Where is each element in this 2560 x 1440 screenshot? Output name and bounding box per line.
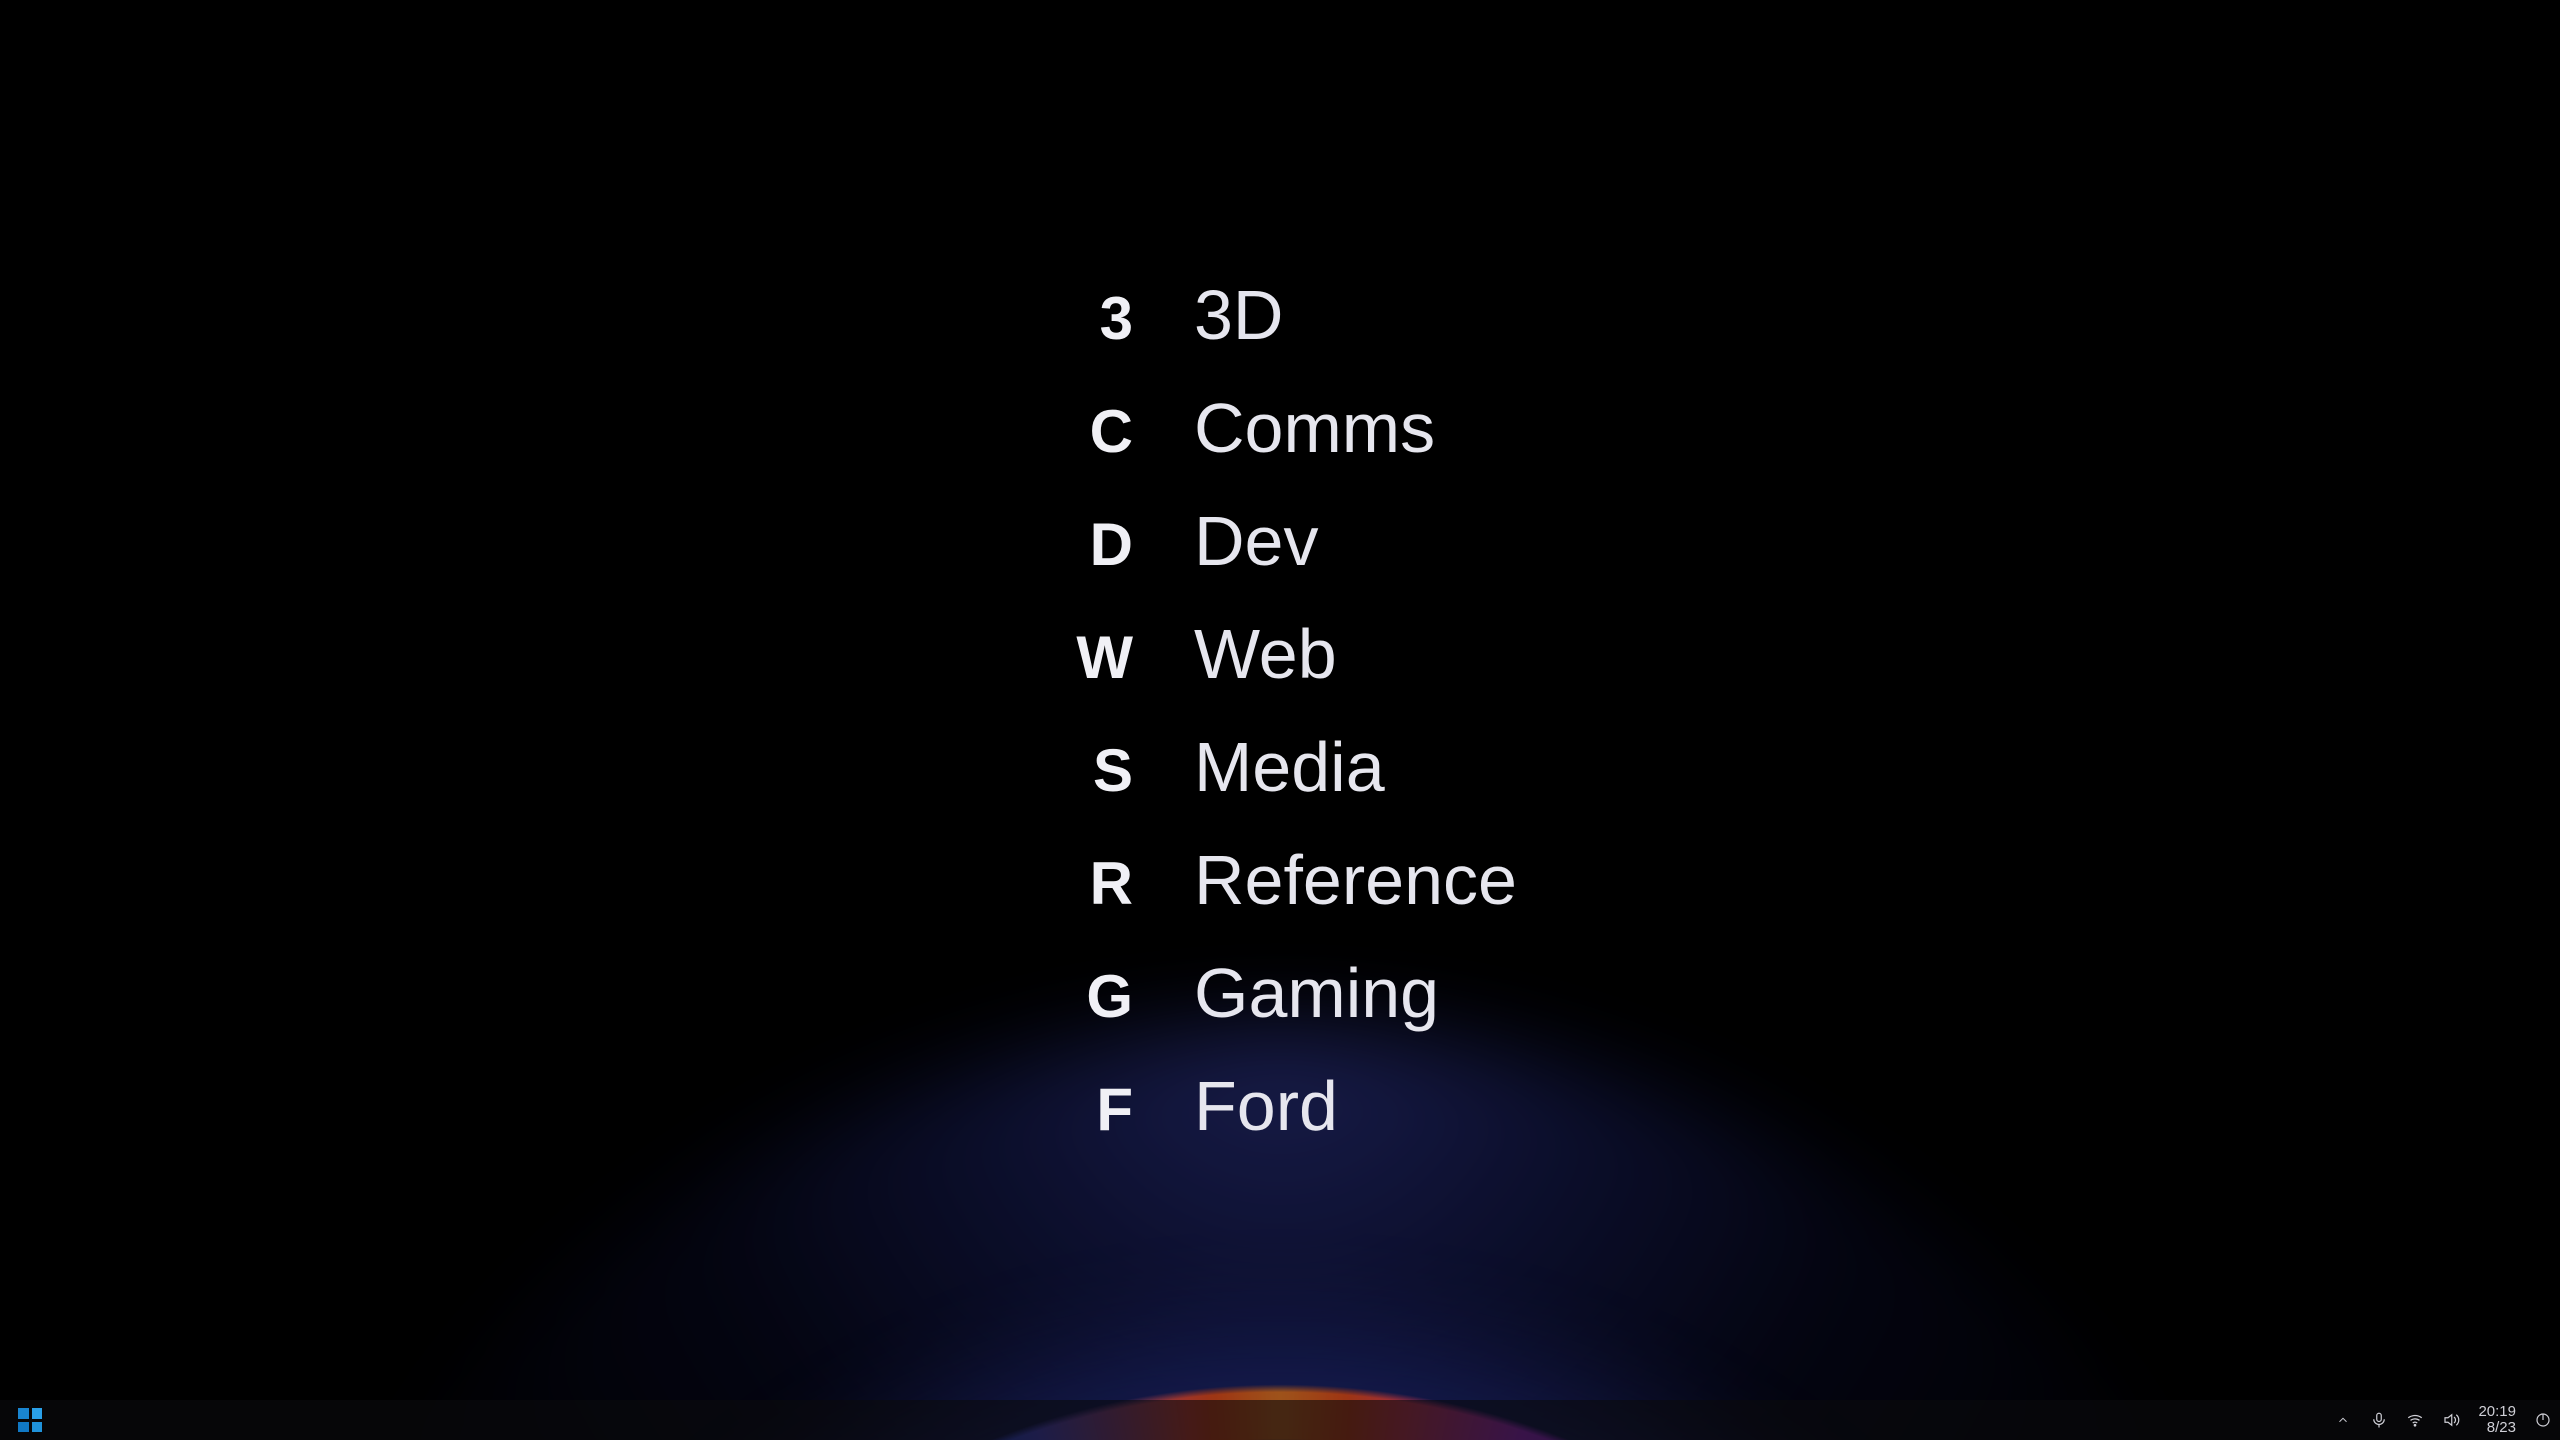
menu-hotkey: W <box>1052 623 1134 692</box>
category-menu: 3 3D C Comms D Dev W Web S Media R Refer… <box>1052 275 1517 1179</box>
chevron-up-icon <box>2336 1413 2350 1427</box>
menu-hotkey: F <box>1052 1075 1134 1144</box>
clock-date: 8/23 <box>2487 1420 2516 1436</box>
tray-mic[interactable] <box>2370 1411 2388 1429</box>
taskbar-clock[interactable]: 20:19 8/23 <box>2478 1404 2516 1436</box>
clock-time: 20:19 <box>2478 1404 2516 1420</box>
menu-hotkey: R <box>1052 849 1134 918</box>
menu-item-3d[interactable]: 3 3D <box>1052 275 1517 388</box>
menu-hotkey: C <box>1052 397 1134 466</box>
start-button[interactable] <box>14 1404 46 1436</box>
menu-item-ford[interactable]: F Ford <box>1052 1066 1517 1179</box>
menu-item-media[interactable]: S Media <box>1052 727 1517 840</box>
menu-item-comms[interactable]: C Comms <box>1052 388 1517 501</box>
wifi-icon <box>2406 1411 2424 1429</box>
microphone-icon <box>2370 1411 2388 1429</box>
menu-label: Ford <box>1194 1066 1338 1146</box>
menu-item-reference[interactable]: R Reference <box>1052 840 1517 953</box>
menu-label: Media <box>1194 727 1385 807</box>
menu-label: Dev <box>1194 501 1318 581</box>
menu-label: Web <box>1194 614 1337 694</box>
tray-wifi[interactable] <box>2406 1411 2424 1429</box>
tray-volume[interactable] <box>2442 1411 2460 1429</box>
menu-item-dev[interactable]: D Dev <box>1052 501 1517 614</box>
power-icon <box>2534 1411 2552 1429</box>
tray-overflow-button[interactable] <box>2334 1411 2352 1429</box>
menu-hotkey: 3 <box>1052 284 1134 353</box>
menu-hotkey: D <box>1052 510 1134 579</box>
menu-item-web[interactable]: W Web <box>1052 614 1517 727</box>
menu-hotkey: S <box>1052 736 1134 805</box>
system-tray: 20:19 8/23 <box>2334 1400 2552 1440</box>
menu-label: Comms <box>1194 388 1435 468</box>
menu-label: Reference <box>1194 840 1517 920</box>
menu-label: Gaming <box>1194 953 1439 1033</box>
volume-icon <box>2442 1411 2460 1429</box>
menu-item-gaming[interactable]: G Gaming <box>1052 953 1517 1066</box>
tray-power[interactable] <box>2534 1411 2552 1429</box>
taskbar: 20:19 8/23 <box>0 1400 2560 1440</box>
menu-label: 3D <box>1194 275 1283 355</box>
menu-hotkey: G <box>1052 962 1134 1031</box>
